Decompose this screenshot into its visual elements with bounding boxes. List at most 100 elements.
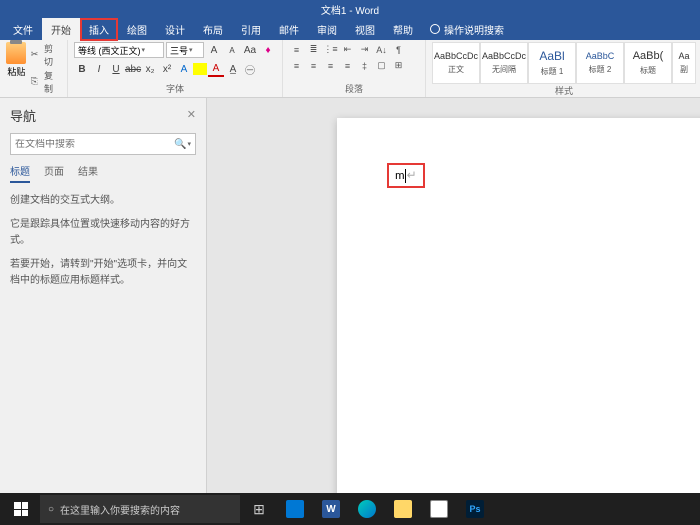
- nav-close-button[interactable]: ✕: [187, 108, 196, 121]
- copy-icon: ⎘: [31, 76, 42, 88]
- tab-layout[interactable]: 布局: [194, 18, 232, 41]
- group-styles: AaBbCcDc正文 AaBbCcDc无间隔 AaBl标题 1 AaBbC标题 …: [426, 40, 700, 97]
- style-title[interactable]: AaBb(标题: [624, 42, 672, 84]
- start-button[interactable]: [4, 493, 38, 525]
- shrink-font-button[interactable]: A: [224, 42, 240, 58]
- group-font: 等线 (西文正文)▾ 三号▾ A A Aa ♦ B I U abc x₂ x² …: [68, 40, 283, 97]
- chevron-down-icon[interactable]: ▾: [187, 140, 191, 148]
- nav-hint-3: 若要开始，请转到"开始"选项卡，并向文档中的标题应用标题样式。: [10, 257, 196, 289]
- show-marks-button[interactable]: ¶: [391, 42, 406, 57]
- style-heading2[interactable]: AaBbC标题 2: [576, 42, 624, 84]
- lightbulb-icon: [430, 24, 440, 34]
- subscript-button[interactable]: x₂: [142, 61, 158, 77]
- style-normal[interactable]: AaBbCcDc正文: [432, 42, 480, 84]
- taskbar-app-word[interactable]: W: [314, 493, 348, 525]
- search-icon: 🔍: [174, 139, 186, 150]
- justify-button[interactable]: ≡: [340, 58, 355, 73]
- tab-review[interactable]: 审阅: [308, 18, 346, 41]
- font-name-select[interactable]: 等线 (西文正文)▾: [74, 42, 164, 58]
- styles-gallery: AaBbCcDc正文 AaBbCcDc无间隔 AaBl标题 1 AaBbC标题 …: [432, 42, 696, 84]
- page[interactable]: m ↵: [337, 118, 700, 505]
- workspace: 导航 ✕ 🔍 ▾ 标题 页面 结果 创建文档的交互式大纲。 它是跟踪具体位置或快…: [0, 98, 700, 505]
- edge-icon: [358, 500, 376, 518]
- taskbar-app-settings[interactable]: [278, 493, 312, 525]
- taskbar-app-store[interactable]: [422, 493, 456, 525]
- paste-icon: [6, 42, 26, 64]
- change-case-button[interactable]: Aa: [242, 42, 258, 58]
- align-right-button[interactable]: ≡: [323, 58, 338, 73]
- borders-button[interactable]: ⊞: [391, 58, 406, 73]
- align-center-button[interactable]: ≡: [306, 58, 321, 73]
- tab-design[interactable]: 设计: [156, 18, 194, 41]
- sort-button[interactable]: A↓: [374, 42, 389, 57]
- increase-indent-button[interactable]: ⇥: [357, 42, 372, 57]
- title-bar: 文档1 - Word: [0, 0, 700, 18]
- copy-button[interactable]: ⎘复制: [31, 69, 61, 95]
- grow-font-button[interactable]: A: [206, 42, 222, 58]
- tab-draw[interactable]: 绘图: [118, 18, 156, 41]
- line-spacing-button[interactable]: ‡: [357, 58, 372, 73]
- strike-button[interactable]: abc: [125, 61, 141, 77]
- nav-search[interactable]: 🔍 ▾: [10, 133, 196, 155]
- style-nospacing[interactable]: AaBbCcDc无间隔: [480, 42, 528, 84]
- nav-title: 导航: [10, 106, 196, 125]
- style-heading1[interactable]: AaBl标题 1: [528, 42, 576, 84]
- bullets-button[interactable]: ≡: [289, 42, 304, 57]
- text-cursor-area[interactable]: m ↵: [387, 163, 425, 188]
- numbering-button[interactable]: ≣: [306, 42, 321, 57]
- tab-home[interactable]: 开始: [42, 18, 80, 41]
- settings-icon: [286, 500, 304, 518]
- photoshop-icon: Ps: [466, 500, 484, 518]
- nav-hint-1: 创建文档的交互式大纲。: [10, 193, 196, 209]
- text-cursor: [405, 169, 406, 183]
- paste-button[interactable]: 粘贴: [6, 42, 27, 78]
- phonetic-button[interactable]: A̲: [225, 61, 241, 77]
- tell-me[interactable]: 操作说明搜索: [430, 22, 504, 37]
- font-color-button[interactable]: A: [208, 61, 224, 77]
- taskbar-app-photoshop[interactable]: Ps: [458, 493, 492, 525]
- tab-file[interactable]: 文件: [4, 18, 42, 41]
- word-icon: W: [322, 500, 340, 518]
- tab-help[interactable]: 帮助: [384, 18, 422, 41]
- tab-references[interactable]: 引用: [232, 18, 270, 41]
- group-paragraph: ≡ ≣ ⋮≡ ⇤ ⇥ A↓ ¶ ≡ ≡ ≡ ≡ ‡ ▢ ⊞ 段落: [283, 40, 426, 97]
- underline-button[interactable]: U: [108, 61, 124, 77]
- text-effects-button[interactable]: A: [176, 61, 192, 77]
- superscript-button[interactable]: x²: [159, 61, 175, 77]
- document-title: 文档1 - Word: [321, 2, 379, 17]
- nav-tab-pages[interactable]: 页面: [44, 163, 64, 183]
- nav-tabs: 标题 页面 结果: [10, 163, 196, 183]
- nav-tab-results[interactable]: 结果: [78, 163, 98, 183]
- multilevel-button[interactable]: ⋮≡: [323, 42, 338, 57]
- clear-format-button[interactable]: ♦: [260, 42, 276, 58]
- shading-button[interactable]: ▢: [374, 58, 389, 73]
- italic-button[interactable]: I: [91, 61, 107, 77]
- tab-insert[interactable]: 插入: [80, 18, 118, 41]
- font-size-select[interactable]: 三号▾: [166, 42, 204, 58]
- cut-button[interactable]: ✂剪切: [31, 42, 61, 68]
- align-left-button[interactable]: ≡: [289, 58, 304, 73]
- nav-search-input[interactable]: [15, 139, 174, 150]
- store-icon: [430, 500, 448, 518]
- folder-icon: [394, 500, 412, 518]
- document-canvas[interactable]: m ↵: [207, 98, 700, 505]
- bold-button[interactable]: B: [74, 61, 90, 77]
- taskbar-search[interactable]: ○ 在这里输入你要搜索的内容: [40, 495, 240, 523]
- tab-mailings[interactable]: 邮件: [270, 18, 308, 41]
- highlight-button[interactable]: [193, 63, 207, 75]
- ribbon: 粘贴 ✂剪切 ⎘复制 🖌格式刷 剪贴板 等线 (西文正文)▾ 三号▾ A A A…: [0, 40, 700, 98]
- ribbon-tabs: 文件 开始 插入 绘图 设计 布局 引用 邮件 审阅 视图 帮助 操作说明搜索: [0, 18, 700, 40]
- style-subtitle[interactable]: Aa副: [672, 42, 696, 84]
- tab-view[interactable]: 视图: [346, 18, 384, 41]
- enclose-button[interactable]: ㊀: [242, 61, 258, 77]
- taskbar-app-edge[interactable]: [350, 493, 384, 525]
- document-text: m: [395, 169, 405, 183]
- taskbar-app-explorer[interactable]: [386, 493, 420, 525]
- nav-hint-2: 它是跟踪具体位置或快速移动内容的好方式。: [10, 217, 196, 249]
- paragraph-mark-icon: ↵: [407, 168, 417, 183]
- group-clipboard: 粘贴 ✂剪切 ⎘复制 🖌格式刷 剪贴板: [0, 40, 68, 97]
- task-view-button[interactable]: ⊞: [242, 493, 276, 525]
- decrease-indent-button[interactable]: ⇤: [340, 42, 355, 57]
- windows-icon: [14, 502, 28, 516]
- nav-tab-headings[interactable]: 标题: [10, 163, 30, 183]
